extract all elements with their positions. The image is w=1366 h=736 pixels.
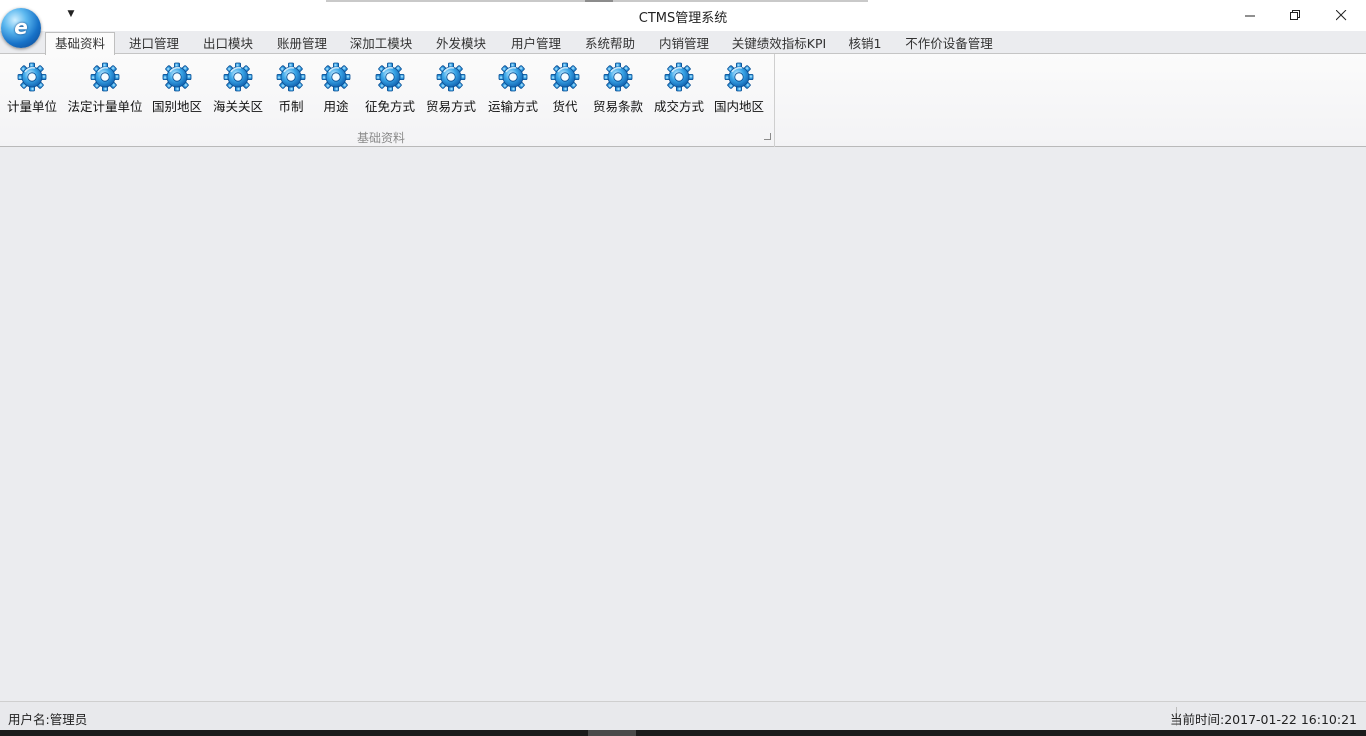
tab-export-module[interactable]: 出口模块 <box>195 34 261 54</box>
tab-domestic-sales[interactable]: 内销管理 <box>651 34 717 54</box>
tab-outsourcing[interactable]: 外发模块 <box>429 34 493 54</box>
window-title: CTMS管理系统 <box>638 11 728 26</box>
button-label: 用途 <box>323 99 349 114</box>
tab-import-management[interactable]: 进口管理 <box>121 34 187 54</box>
restore-button[interactable] <box>1272 0 1318 30</box>
button-label: 计量单位 <box>6 99 57 114</box>
tab-verification-1[interactable]: 核销1 <box>842 34 888 54</box>
ribbon-tab-bar: 基础资料 进口管理 出口模块 账册管理 深加工模块 外发模块 用户管理 系统帮助… <box>0 31 1366 55</box>
tab-system-help[interactable]: 系统帮助 <box>577 34 643 54</box>
status-bar: 用户名:管理员 当前时间:2017-01-22 16:10:21 <box>0 701 1366 730</box>
button-label: 国内地区 <box>713 99 764 114</box>
main-workspace <box>0 148 1366 701</box>
gear-icon <box>275 60 307 92</box>
gear-icon <box>497 60 529 92</box>
currency-button[interactable]: 币制 <box>273 60 309 116</box>
status-current-time: 当前时间:2017-01-22 16:10:21 <box>1170 712 1357 727</box>
trade-mode-button[interactable]: 贸易方式 <box>424 60 478 116</box>
os-taskbar-item <box>588 730 636 736</box>
gear-icon <box>435 60 467 92</box>
gear-icon <box>320 60 352 92</box>
application-menu-button[interactable]: e <box>1 8 41 48</box>
dialog-launcher-icon[interactable] <box>764 133 771 140</box>
gear-icon <box>663 60 695 92</box>
unit-of-measure-button[interactable]: 计量单位 <box>6 60 58 116</box>
tab-equipment-management[interactable]: 不作价设备管理 <box>899 34 999 54</box>
transport-mode-button[interactable]: 运输方式 <box>486 60 540 116</box>
tab-user-management[interactable]: 用户管理 <box>503 34 569 54</box>
ribbon-group-basic-data: 计量单位 法定计量单位 国别地区 海关关区 币制 用途 征免方式 贸易方式 运输… <box>0 54 775 147</box>
gear-icon <box>161 60 193 92</box>
button-label: 运输方式 <box>487 99 538 114</box>
app-logo-icon: e <box>14 15 28 39</box>
quick-access-dropdown-icon[interactable]: ▼ <box>64 8 78 20</box>
tab-ledger-management[interactable]: 账册管理 <box>269 34 335 54</box>
button-label: 成交方式 <box>653 99 704 114</box>
gear-icon <box>723 60 755 92</box>
tab-kpi[interactable]: 关键绩效指标KPI <box>725 34 833 54</box>
usage-button[interactable]: 用途 <box>318 60 354 116</box>
gear-icon <box>222 60 254 92</box>
minimize-button[interactable] <box>1227 0 1273 30</box>
restore-icon <box>1289 9 1300 20</box>
legal-unit-button[interactable]: 法定计量单位 <box>66 60 144 116</box>
transaction-mode-button[interactable]: 成交方式 <box>652 60 706 116</box>
gear-icon <box>16 60 48 92</box>
gear-icon <box>602 60 634 92</box>
button-label: 货代 <box>552 99 578 114</box>
tab-basic-data[interactable]: 基础资料 <box>45 32 115 55</box>
ribbon-group-label: 基础资料 <box>356 131 405 145</box>
gear-icon <box>89 60 121 92</box>
status-username: 用户名:管理员 <box>8 712 88 727</box>
country-region-button[interactable]: 国别地区 <box>151 60 203 116</box>
gear-icon <box>549 60 581 92</box>
os-taskbar-edge <box>0 730 1366 736</box>
button-label: 贸易方式 <box>425 99 476 114</box>
title-bar: ▼ CTMS管理系统 <box>0 0 1366 31</box>
button-label: 征免方式 <box>364 99 415 114</box>
duty-mode-button[interactable]: 征免方式 <box>363 60 417 116</box>
button-label: 币制 <box>278 99 304 114</box>
domestic-region-button[interactable]: 国内地区 <box>712 60 766 116</box>
button-label: 贸易条款 <box>592 99 643 114</box>
customs-district-button[interactable]: 海关关区 <box>212 60 264 116</box>
top-shadow-marker <box>585 0 613 2</box>
trade-terms-button[interactable]: 贸易条款 <box>591 60 645 116</box>
button-label: 国别地区 <box>151 99 202 114</box>
close-icon <box>1335 9 1346 20</box>
ribbon-panel: 计量单位 法定计量单位 国别地区 海关关区 币制 用途 征免方式 贸易方式 运输… <box>0 54 1366 147</box>
button-label: 海关关区 <box>212 99 263 114</box>
button-label: 法定计量单位 <box>67 99 143 114</box>
gear-icon <box>374 60 406 92</box>
tab-deep-processing[interactable]: 深加工模块 <box>343 34 419 54</box>
minimize-icon <box>1244 15 1255 16</box>
forwarder-button[interactable]: 货代 <box>547 60 583 116</box>
close-button[interactable] <box>1318 0 1364 30</box>
